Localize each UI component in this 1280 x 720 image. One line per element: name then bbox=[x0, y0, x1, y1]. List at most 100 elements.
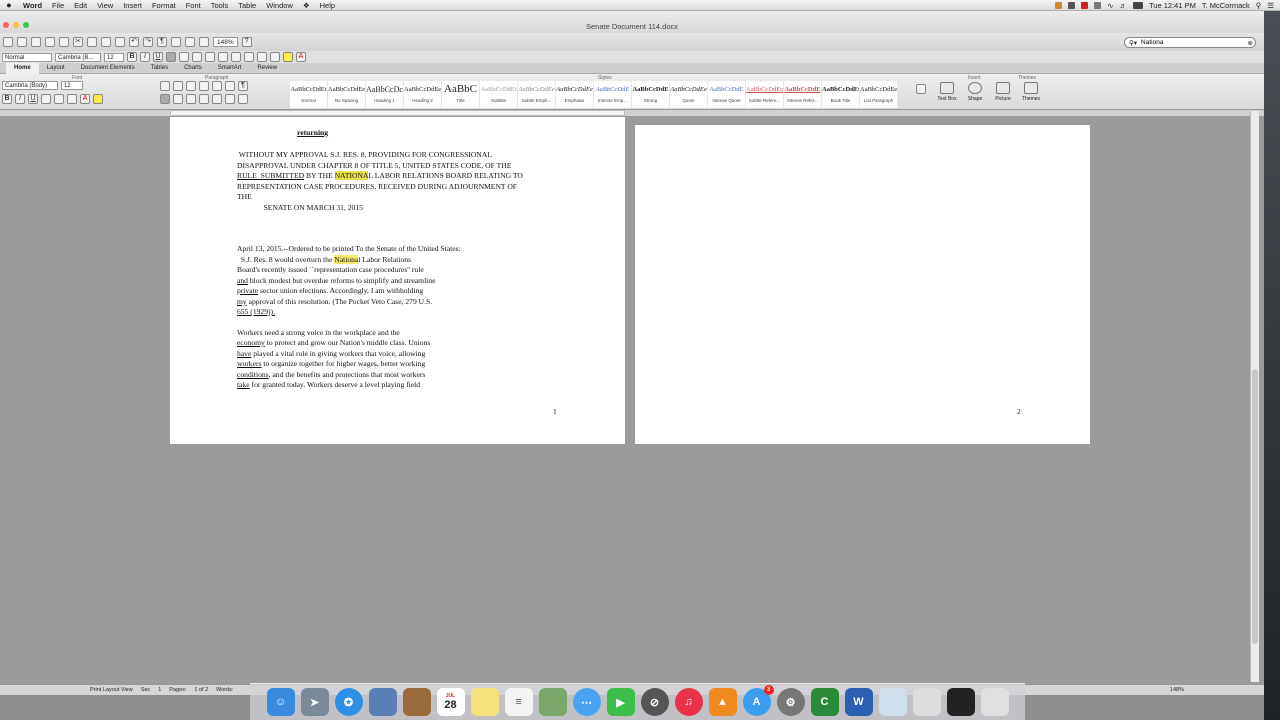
sidebar-icon[interactable] bbox=[171, 37, 181, 47]
ribbon-underline-button[interactable]: U bbox=[28, 94, 38, 104]
style-heading-2[interactable]: AaBbCcDdEe Heading 2 bbox=[404, 81, 442, 108]
zoom-select[interactable]: 148% bbox=[213, 37, 238, 47]
style-subtle-emphasis[interactable]: AaBbCcDdEe Subtle Emph... bbox=[518, 81, 556, 108]
tab-document-elements[interactable]: Document Elements bbox=[73, 63, 143, 74]
ribbon-strikethrough-button[interactable] bbox=[41, 94, 51, 104]
wifi-icon[interactable]: ∿ bbox=[1107, 1, 1113, 10]
print-icon[interactable] bbox=[59, 37, 69, 47]
font-size-select[interactable]: 12 bbox=[104, 52, 124, 62]
horizontal-ruler[interactable] bbox=[0, 110, 1264, 116]
ribbon-numbering-button[interactable] bbox=[173, 81, 183, 91]
style-select[interactable]: Normal bbox=[2, 52, 52, 62]
ribbon-sort-button[interactable] bbox=[225, 81, 235, 91]
notification-center-icon[interactable]: ☰ bbox=[1267, 1, 1274, 10]
ribbon-justify-button[interactable] bbox=[199, 94, 209, 104]
clear-search-icon[interactable]: ⊗ bbox=[1248, 39, 1253, 47]
help-icon[interactable]: ? bbox=[241, 37, 252, 47]
decrease-indent-button[interactable] bbox=[244, 52, 254, 62]
menu-table[interactable]: Table bbox=[233, 1, 261, 10]
style-intense-quote[interactable]: AaBbCcDdE Intense Quote bbox=[708, 81, 746, 108]
style-list-paragraph[interactable]: AaBbCcDdEe List Paragraph bbox=[860, 81, 898, 108]
increase-indent-button[interactable] bbox=[257, 52, 267, 62]
launchpad-icon[interactable]: ➤ bbox=[300, 688, 329, 716]
battery-icon[interactable] bbox=[1133, 1, 1143, 9]
style-normal[interactable]: AaBbCcDdEt Normal bbox=[290, 81, 328, 108]
ribbon-align-center-button[interactable] bbox=[173, 94, 183, 104]
manage-styles-icon[interactable] bbox=[916, 84, 926, 94]
search-input[interactable] bbox=[1141, 39, 1237, 46]
script-menu-icon[interactable]: ❖ bbox=[298, 1, 315, 10]
font-select[interactable]: Cambria (B... bbox=[55, 52, 101, 62]
save-icon[interactable] bbox=[45, 37, 55, 47]
system-preferences-icon[interactable]: ⚙ bbox=[776, 688, 805, 716]
paste-icon[interactable] bbox=[101, 37, 111, 47]
status-icon-3[interactable] bbox=[1081, 1, 1089, 9]
style-intense-emphasis[interactable]: AaBbCcDdE Intense Emp... bbox=[594, 81, 632, 108]
maps-icon[interactable] bbox=[538, 688, 567, 716]
finder-icon[interactable]: ☺ bbox=[266, 688, 295, 716]
ribbon-decrease-indent-button[interactable] bbox=[199, 81, 209, 91]
menu-insert[interactable]: Insert bbox=[118, 1, 147, 10]
status-icon-1[interactable] bbox=[1055, 1, 1063, 9]
ribbon-pilcrow-button[interactable]: ¶ bbox=[238, 81, 248, 91]
ribbon-multilevel-button[interactable] bbox=[186, 81, 196, 91]
volume-icon[interactable]: ♬ bbox=[1120, 1, 1128, 10]
highlight-button[interactable] bbox=[283, 52, 293, 62]
menu-window[interactable]: Window bbox=[261, 1, 298, 10]
ribbon-bold-button[interactable]: B bbox=[2, 94, 12, 104]
ribbon-bullets-button[interactable] bbox=[160, 81, 170, 91]
justify-button[interactable] bbox=[205, 52, 215, 62]
align-left-button[interactable] bbox=[166, 52, 176, 62]
borders-button[interactable] bbox=[270, 52, 280, 62]
menu-view[interactable]: View bbox=[92, 1, 118, 10]
facetime-icon[interactable]: ▶ bbox=[606, 688, 635, 716]
font-color-button[interactable]: A bbox=[296, 52, 306, 62]
menu-edit[interactable]: Edit bbox=[69, 1, 92, 10]
no-entry-icon[interactable]: ⊘ bbox=[640, 688, 669, 716]
ibooks-icon[interactable]: ▲ bbox=[708, 688, 737, 716]
style-intense-reference[interactable]: AaBbCcDdE Intense Refer... bbox=[784, 81, 822, 108]
tab-home[interactable]: Home bbox=[6, 62, 39, 74]
align-right-button[interactable] bbox=[192, 52, 202, 62]
status-words-label[interactable]: Words: bbox=[216, 687, 233, 693]
toolbox-icon[interactable] bbox=[185, 37, 195, 47]
undo-icon[interactable]: ↶ bbox=[129, 37, 139, 47]
documents-stack-icon[interactable] bbox=[912, 688, 941, 716]
style-subtle-reference[interactable]: AaBbCcDdEe Subtle Refere... bbox=[746, 81, 784, 108]
search-field[interactable]: ⚲▾ ⊗ bbox=[1124, 37, 1256, 48]
ribbon-align-left-button[interactable] bbox=[160, 94, 170, 104]
status-icon-2[interactable] bbox=[1068, 1, 1076, 9]
document-area[interactable]: returning WITHOUT MY APPROVAL S.J. RES. … bbox=[0, 117, 1250, 682]
calendar-icon[interactable]: JUL 28 bbox=[436, 688, 465, 716]
ribbon-italic-button[interactable]: I bbox=[15, 94, 25, 104]
spotlight-icon[interactable]: ⚲ bbox=[1256, 1, 1262, 10]
downloads-folder-icon[interactable] bbox=[878, 688, 907, 716]
style-emphasis[interactable]: AaBbCcDdEe Emphasis bbox=[556, 81, 594, 108]
underline-button[interactable]: U bbox=[153, 52, 163, 62]
cut-icon[interactable]: ✂ bbox=[73, 37, 83, 47]
new-document-icon[interactable] bbox=[3, 37, 13, 47]
messages-icon[interactable]: ⋯ bbox=[572, 688, 601, 716]
show-formatting-icon[interactable]: ¶ bbox=[157, 37, 167, 47]
ribbon-increase-indent-button[interactable] bbox=[212, 81, 222, 91]
app-store-icon[interactable]: A3 bbox=[742, 685, 774, 716]
page-2[interactable]: 2 bbox=[635, 125, 1090, 444]
numbering-button[interactable] bbox=[231, 52, 241, 62]
tab-tables[interactable]: Tables bbox=[143, 63, 176, 74]
style-strong[interactable]: AaBbCcDdE Strong bbox=[632, 81, 670, 108]
menu-format[interactable]: Format bbox=[147, 1, 181, 10]
gallery-icon[interactable] bbox=[17, 37, 27, 47]
ribbon-highlight-button[interactable] bbox=[93, 94, 103, 104]
menu-font[interactable]: Font bbox=[181, 1, 206, 10]
page-1[interactable]: returning WITHOUT MY APPROVAL S.J. RES. … bbox=[170, 117, 625, 444]
style-quote[interactable]: AaBbCcDdEe Quote bbox=[670, 81, 708, 108]
style-heading-1[interactable]: AaBbCcDc Heading 1 bbox=[366, 81, 404, 108]
themes-button[interactable]: Themes bbox=[1020, 82, 1042, 102]
bold-button[interactable]: B bbox=[127, 52, 137, 62]
italic-button[interactable]: I bbox=[140, 52, 150, 62]
open-icon[interactable] bbox=[31, 37, 41, 47]
media-browser-icon[interactable] bbox=[199, 37, 209, 47]
apple-menu-icon[interactable]: ● bbox=[0, 0, 18, 10]
ribbon-superscript-button[interactable] bbox=[54, 94, 64, 104]
terminal-icon[interactable] bbox=[946, 688, 975, 716]
